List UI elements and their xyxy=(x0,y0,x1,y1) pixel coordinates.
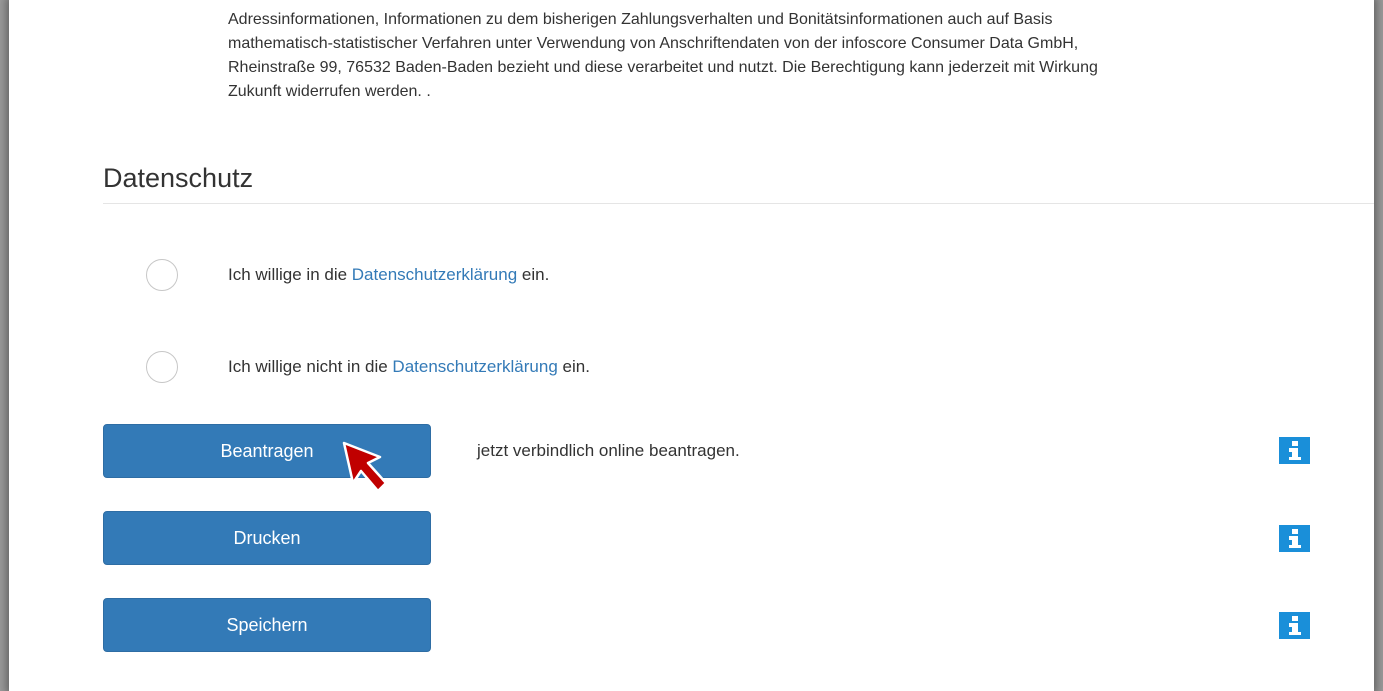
consent-decline-radio[interactable] xyxy=(146,351,178,383)
consent-decline-prefix: Ich willige nicht in die xyxy=(228,357,393,376)
intro-line: Rheinstraße 99, 76532 Baden-Baden bezieh… xyxy=(228,59,1098,76)
intro-line: Zukunft widerrufen werden. . xyxy=(228,83,431,100)
privacy-policy-link[interactable]: Datenschutzerklärung xyxy=(352,265,517,284)
info-icon[interactable] xyxy=(1279,525,1310,552)
mouse-pointer-icon xyxy=(342,441,390,493)
intro-line: Adressinformationen, Informationen zu de… xyxy=(228,11,1053,28)
intro-text: Adressinformationen, Informationen zu de… xyxy=(228,8,1374,104)
consent-decline-label: Ich willige nicht in die Datenschutzerkl… xyxy=(228,357,590,377)
apply-description: jetzt verbindlich online beantragen. xyxy=(477,441,740,460)
save-button[interactable]: Speichern xyxy=(103,598,431,652)
consent-accept-prefix: Ich willige in die xyxy=(228,265,352,284)
print-button[interactable]: Drucken xyxy=(103,511,431,565)
consent-accept-row[interactable]: Ich willige in die Datenschutzerklärung … xyxy=(146,259,549,291)
info-icon[interactable] xyxy=(1279,437,1310,464)
consent-accept-suffix: ein. xyxy=(517,265,550,284)
section-title: Datenschutz xyxy=(103,163,254,193)
consent-decline-row[interactable]: Ich willige nicht in die Datenschutzerkl… xyxy=(146,351,590,383)
consent-decline-suffix: ein. xyxy=(557,357,590,376)
section-divider xyxy=(103,203,1374,204)
intro-line: mathematisch-statistischer Verfahren unt… xyxy=(228,35,1079,52)
consent-accept-radio[interactable] xyxy=(146,259,178,291)
privacy-policy-link[interactable]: Datenschutzerklärung xyxy=(392,357,557,376)
page-frame: Adressinformationen, Informationen zu de… xyxy=(9,0,1374,691)
consent-accept-label: Ich willige in die Datenschutzerklärung … xyxy=(228,265,549,285)
info-icon[interactable] xyxy=(1279,612,1310,639)
